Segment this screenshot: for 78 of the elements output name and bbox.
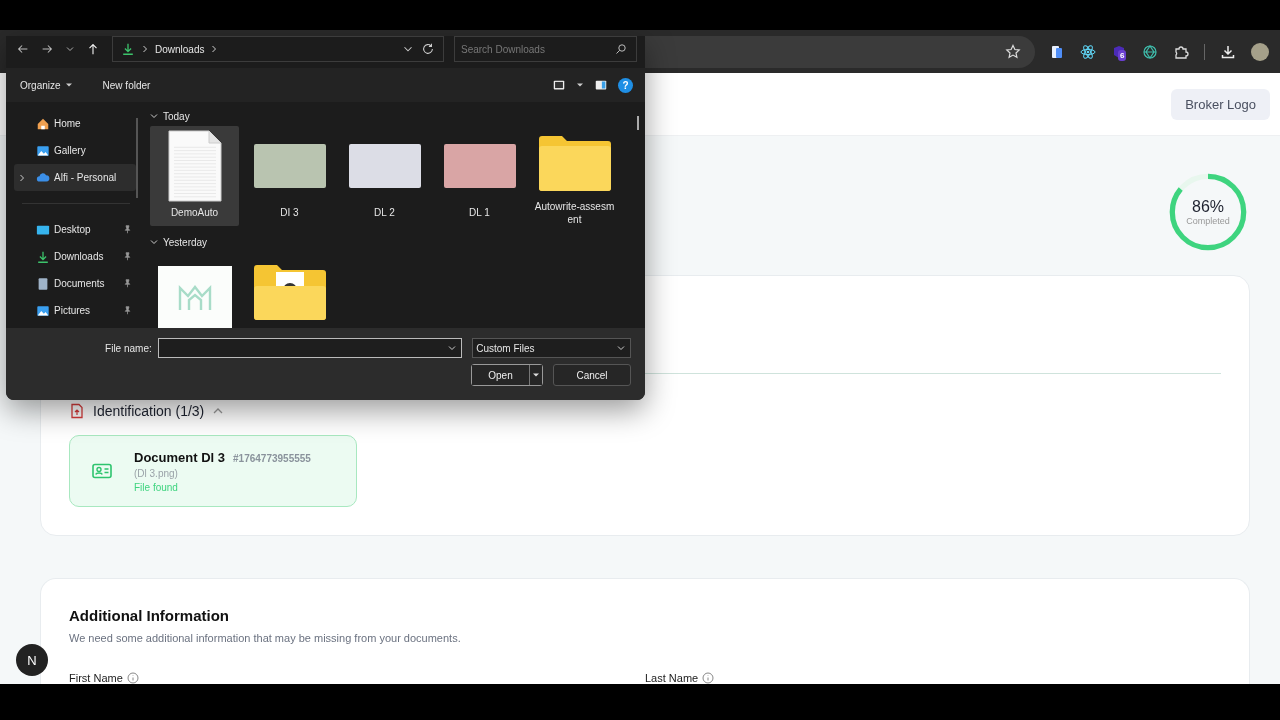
chevron-right-icon (141, 45, 149, 53)
field-label: First Name (69, 672, 123, 684)
forward-icon[interactable] (40, 42, 54, 56)
section-title[interactable]: Identification (1/3) (93, 403, 205, 420)
file-tile[interactable]: DL 2 (340, 126, 429, 226)
chevron-right-icon[interactable] (210, 45, 219, 53)
broker-logo-button[interactable]: Broker Logo (1171, 88, 1270, 120)
document-icon (36, 276, 50, 291)
sidebar-item[interactable]: Documents (14, 270, 136, 297)
sidebar-item[interactable]: Desktop (14, 216, 136, 243)
open-menu-button[interactable] (530, 365, 542, 385)
pin-icon[interactable] (123, 225, 132, 234)
chevron-icon[interactable] (150, 112, 158, 120)
group-header[interactable]: Today (163, 110, 190, 122)
pin-icon[interactable] (123, 252, 132, 261)
globe-icon[interactable] (1142, 43, 1158, 60)
section-subtitle: We need some additional information that may be missing from your documents. (69, 632, 462, 644)
sidebar-item[interactable]: Home (14, 110, 136, 137)
pin-icon[interactable] (123, 306, 132, 315)
picture-icon (36, 143, 50, 158)
progress-percent: 86% (1192, 198, 1224, 216)
search-field[interactable]: Search Downloads (454, 36, 637, 62)
cancel-button[interactable]: Cancel (553, 364, 631, 386)
field-label: Last Name (645, 672, 699, 684)
new-folder-button[interactable]: New folder (96, 75, 157, 95)
field-label: File name: (104, 342, 152, 354)
extension-badge: 6 (1118, 49, 1127, 61)
sidebar-item[interactable]: Pictures (14, 297, 136, 324)
chevron-icon[interactable] (150, 238, 158, 246)
file-status: File found (134, 481, 179, 493)
star-icon[interactable] (1005, 43, 1021, 60)
download-icon (36, 249, 50, 264)
view-icon[interactable] (552, 78, 566, 92)
pin-icon[interactable] (123, 279, 132, 288)
file-type-dropdown[interactable]: Custom Files (472, 338, 631, 358)
file-name-field[interactable] (157, 338, 463, 358)
document-card[interactable]: Document Dl 3 #1764773955555 (Dl 3.png) File found (69, 435, 357, 508)
document-id: #1764773955555 (233, 452, 311, 464)
folder-icon (253, 264, 326, 320)
sidebar-item[interactable]: Gallery (14, 137, 136, 164)
chevron-down-icon (617, 344, 625, 352)
open-button[interactable]: Open (472, 365, 530, 385)
sidebar-item[interactable]: Downloads (14, 243, 136, 270)
file-upload-icon (69, 403, 85, 420)
section-title: Additional Information (69, 607, 230, 624)
atom-icon[interactable] (1080, 43, 1096, 60)
group-header[interactable]: Yesterday (163, 236, 208, 248)
refresh-icon[interactable] (421, 42, 435, 56)
dev-badge[interactable]: N (16, 644, 48, 676)
up-arrow-icon[interactable] (86, 42, 100, 56)
caret-icon (532, 371, 540, 379)
avatar-circle[interactable] (1251, 42, 1269, 61)
progress-caption: Completed (1186, 216, 1230, 226)
organize-button[interactable]: Organize (14, 75, 79, 95)
address-field[interactable]: Downloads (112, 36, 444, 62)
file-tile[interactable]: Autowrite-assesment (530, 126, 619, 226)
back-icon[interactable] (16, 42, 30, 56)
preview-pane-icon[interactable] (594, 78, 608, 92)
sidebar-item[interactable]: Alfi - Personal (14, 164, 136, 191)
folder-icon (538, 135, 611, 191)
caret-icon (64, 81, 73, 89)
house-icon (36, 116, 50, 131)
picture-icon (36, 303, 50, 318)
breadcrumb-item[interactable]: Downloads (155, 43, 205, 55)
file-name: (Dl 3.png) (134, 467, 179, 479)
puzzle-icon[interactable] (1173, 43, 1189, 60)
search-icon (615, 43, 627, 55)
document-title: Document Dl 3 (134, 449, 225, 465)
file-tile[interactable]: DL 1 (435, 126, 524, 226)
download-icon (121, 42, 135, 56)
caret-icon[interactable] (576, 81, 584, 89)
download-icon[interactable] (1220, 43, 1236, 60)
file-tile[interactable]: DemoAuto (150, 126, 239, 226)
chevron-right-icon[interactable] (18, 173, 26, 182)
file-tile[interactable]: DI 3 (245, 126, 334, 226)
document-icon (167, 130, 222, 202)
cloud-icon (36, 170, 50, 185)
chevron-down-icon[interactable] (448, 344, 457, 352)
